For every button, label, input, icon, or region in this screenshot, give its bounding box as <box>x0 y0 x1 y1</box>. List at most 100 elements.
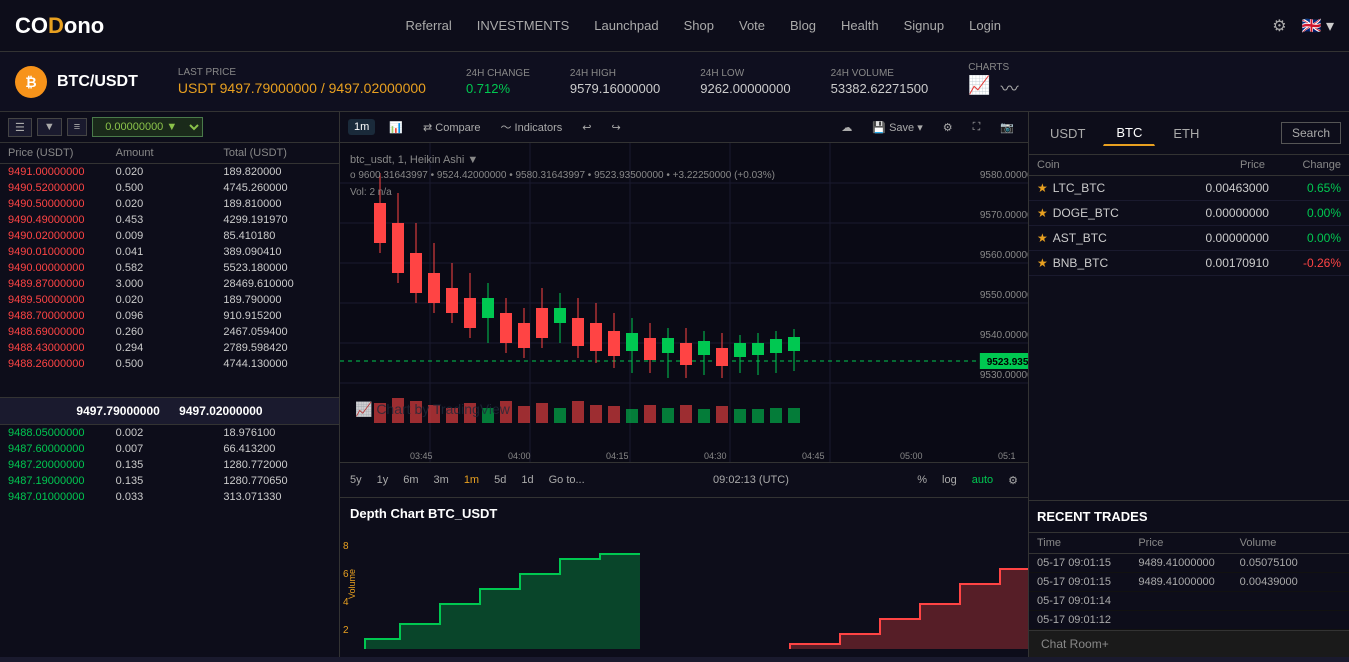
ob-sell-total: 910.915200 <box>223 310 331 322</box>
nav-blog[interactable]: Blog <box>790 18 816 33</box>
coin-list-item[interactable]: ★ LTC_BTC 0.00463000 0.65% <box>1029 176 1349 201</box>
nav-login[interactable]: Login <box>969 18 1001 33</box>
star-icon[interactable]: ★ <box>1037 231 1048 245</box>
svg-text:📈 Chart by TradingView: 📈 Chart by TradingView <box>355 401 511 418</box>
save-btn[interactable]: 💾 Save ▾ <box>866 119 928 136</box>
ob-sell-row[interactable]: 9488.26000000 0.500 4744.130000 <box>0 356 339 372</box>
svg-text:9560.000000: 9560.000000 <box>980 250 1028 261</box>
chart-time: 09:02:13 (UTC) <box>600 474 903 486</box>
nav-health[interactable]: Health <box>841 18 879 33</box>
ob-buy-total: 18.976100 <box>223 427 331 439</box>
indicators-btn[interactable]: 〜 Indicators <box>495 117 569 137</box>
ob-sell-total: 189.790000 <box>223 294 331 306</box>
tf-3m[interactable]: 3m <box>434 474 449 486</box>
main-content: ☰ ▼ ≡ 0.00000000 ▼ Price (USDT) Amount T… <box>0 112 1349 657</box>
ob-sell-price: 9488.69000000 <box>8 326 116 338</box>
ob-sell-price: 9489.87000000 <box>8 278 116 290</box>
goto-btn[interactable]: Go to... <box>549 474 585 486</box>
ob-sell-row[interactable]: 9490.50000000 0.020 189.810000 <box>0 196 339 212</box>
candlestick-icon[interactable]: 📈 <box>968 75 990 101</box>
ob-buy-row[interactable]: 9487.20000000 0.135 1280.772000 <box>0 457 339 473</box>
tab-btc[interactable]: BTC <box>1103 120 1155 146</box>
ticker-pair: ₿ BTC/USDT <box>15 66 138 98</box>
undo-btn[interactable]: ↩ <box>576 119 597 136</box>
redo-btn[interactable]: ↪ <box>605 119 626 136</box>
ob-sell-row[interactable]: 9488.69000000 0.260 2467.059400 <box>0 324 339 340</box>
star-icon[interactable]: ★ <box>1037 206 1048 220</box>
svg-text:Vol: 2 n/a: Vol: 2 n/a <box>350 187 392 198</box>
header-right: ⚙ 🇬🇧 ▾ <box>1272 16 1334 36</box>
settings-chart-btn[interactable]: ⚙ <box>937 119 959 136</box>
ob-buy-row[interactable]: 9487.01000000 0.033 313.071330 <box>0 489 339 505</box>
nav-signup[interactable]: Signup <box>904 18 944 33</box>
ob-sell-row[interactable]: 9489.50000000 0.020 189.790000 <box>0 292 339 308</box>
screenshot-btn[interactable]: 📷 <box>994 119 1020 136</box>
rt-header-time: Time <box>1037 537 1138 549</box>
chart-type-icons[interactable]: 📈 〰 <box>968 75 1018 101</box>
ob-sell-price: 9489.50000000 <box>8 294 116 306</box>
ob-sell-row[interactable]: 9489.87000000 3.000 28469.610000 <box>0 276 339 292</box>
ob-sell-row[interactable]: 9488.70000000 0.096 910.915200 <box>0 308 339 324</box>
star-icon[interactable]: ★ <box>1037 181 1048 195</box>
tf-1m-bottom[interactable]: 1m <box>464 474 479 486</box>
ob-sell-row[interactable]: 9488.43000000 0.294 2789.598420 <box>0 340 339 356</box>
svg-text:04:00: 04:00 <box>508 451 531 461</box>
svg-text:Volume: Volume <box>347 569 357 599</box>
auto-btn[interactable]: auto <box>972 474 993 486</box>
line-chart-icon[interactable]: 〰 <box>1001 75 1019 101</box>
star-icon[interactable]: ★ <box>1037 256 1048 270</box>
ob-sell-row[interactable]: 9491.00000000 0.020 189.820000 <box>0 164 339 180</box>
ob-buy-price: 9487.01000000 <box>8 491 116 503</box>
cloud-btn[interactable]: ☁ <box>835 119 858 136</box>
ob-sell-price: 9490.49000000 <box>8 214 116 226</box>
coin-name: AST_BTC <box>1053 231 1161 245</box>
rt-header-price: Price <box>1138 537 1239 549</box>
tf-6m[interactable]: 6m <box>403 474 418 486</box>
coin-list-item[interactable]: ★ BNB_BTC 0.00170910 -0.26% <box>1029 251 1349 276</box>
ob-sell-total: 2467.059400 <box>223 326 331 338</box>
settings-icon[interactable]: ⚙ <box>1272 16 1286 36</box>
ob-sell-price: 9490.52000000 <box>8 182 116 194</box>
chart-type-btn[interactable]: 📊 <box>383 119 409 136</box>
nav-vote[interactable]: Vote <box>739 18 765 33</box>
coin-search-btn[interactable]: Search <box>1281 122 1341 144</box>
ob-buy-row[interactable]: 9488.05000000 0.002 18.976100 <box>0 425 339 441</box>
ob-sell-row[interactable]: 9490.00000000 0.582 5523.180000 <box>0 260 339 276</box>
nav-shop[interactable]: Shop <box>684 18 714 33</box>
coin-list-item[interactable]: ★ AST_BTC 0.00000000 0.00% <box>1029 226 1349 251</box>
log-btn[interactable]: log <box>942 474 957 486</box>
coin-price: 0.00170910 <box>1161 256 1269 270</box>
ob-buy-btn[interactable]: ≡ <box>67 118 87 136</box>
svg-text:03:45: 03:45 <box>410 451 433 461</box>
tf-1m[interactable]: 1m <box>348 119 375 135</box>
nav-referral[interactable]: Referral <box>406 18 452 33</box>
ob-sell-btn[interactable]: ▼ <box>37 118 62 136</box>
nav-launchpad[interactable]: Launchpad <box>594 18 658 33</box>
ob-buy-row[interactable]: 9487.19000000 0.135 1280.770650 <box>0 473 339 489</box>
ob-sell-row[interactable]: 9490.02000000 0.009 85.410180 <box>0 228 339 244</box>
tf-5d[interactable]: 5d <box>494 474 506 486</box>
rt-row: 05-17 09:01:12 <box>1029 611 1349 630</box>
tf-1y[interactable]: 1y <box>377 474 389 486</box>
spread-ask: 9497.02000000 <box>179 404 262 418</box>
tf-5y[interactable]: 5y <box>350 474 362 486</box>
ob-buy-row[interactable]: 9487.60000000 0.007 66.413200 <box>0 441 339 457</box>
chart-bottom-settings[interactable]: ⚙ <box>1008 474 1018 487</box>
percent-btn[interactable]: % <box>917 474 927 486</box>
chat-room-btn[interactable]: Chat Room+ <box>1029 630 1349 657</box>
ob-sell-row[interactable]: 9490.49000000 0.453 4299.191970 <box>0 212 339 228</box>
nav-investments[interactable]: INVESTMENTS <box>477 18 569 33</box>
ob-list-btn[interactable]: ☰ <box>8 118 32 137</box>
ob-sell-row[interactable]: 9490.01000000 0.041 389.090410 <box>0 244 339 260</box>
ob-sell-total: 28469.610000 <box>223 278 331 290</box>
coin-list-item[interactable]: ★ DOGE_BTC 0.00000000 0.00% <box>1029 201 1349 226</box>
fullscreen-btn[interactable]: ⛶ <box>967 119 987 136</box>
ob-decimal-select[interactable]: 0.00000000 ▼ <box>92 117 203 137</box>
language-flag[interactable]: 🇬🇧 ▾ <box>1302 16 1334 36</box>
compare-btn[interactable]: ⇄ Compare <box>417 119 487 136</box>
tf-1d[interactable]: 1d <box>521 474 533 486</box>
ob-headers: Price (USDT) Amount Total (USDT) <box>0 143 339 164</box>
tab-eth[interactable]: ETH <box>1160 121 1212 146</box>
tab-usdt[interactable]: USDT <box>1037 121 1098 146</box>
ob-sell-row[interactable]: 9490.52000000 0.500 4745.260000 <box>0 180 339 196</box>
